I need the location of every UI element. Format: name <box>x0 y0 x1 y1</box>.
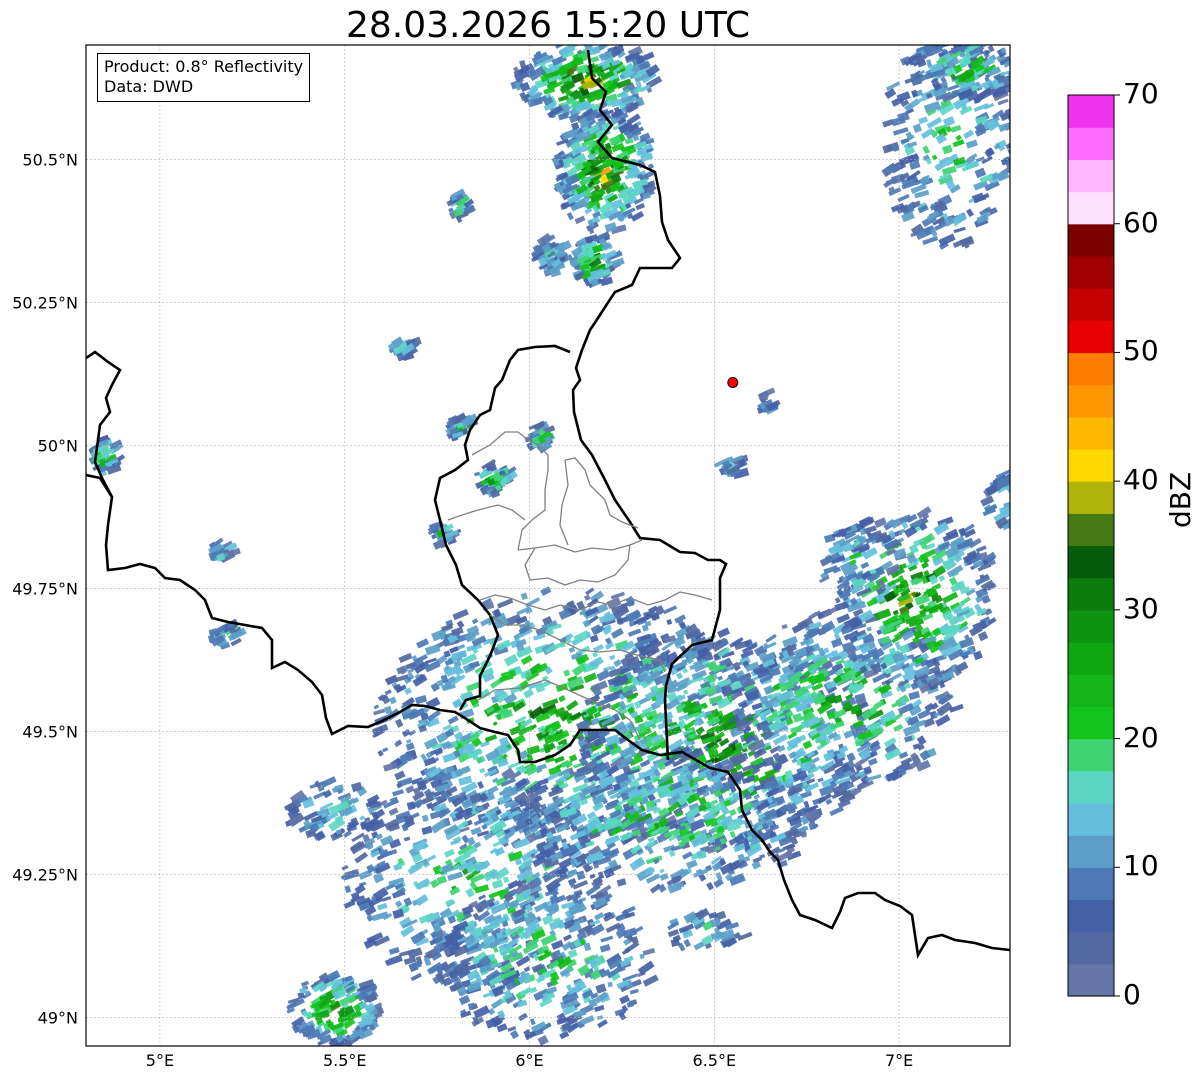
colorbar-segment <box>1068 738 1114 772</box>
colorbar-segment <box>1068 642 1114 675</box>
colorbar-segment <box>1068 674 1114 707</box>
colorbar-tick-label: 60 <box>1123 205 1159 239</box>
colorbar-segment <box>1068 513 1114 547</box>
colorbar-segment <box>1068 899 1114 933</box>
colorbar-segment <box>1068 577 1114 611</box>
colorbar-segment <box>1068 159 1114 193</box>
colorbar-segment <box>1068 255 1114 289</box>
colorbar-tick-label: 0 <box>1123 978 1141 1011</box>
colorbar-segment <box>1068 384 1114 418</box>
colorbar-segment <box>1068 835 1114 868</box>
national-border-be-fr-west <box>86 473 114 498</box>
colorbar-segment <box>1068 223 1114 257</box>
colorbar-tick-label: 20 <box>1123 720 1159 754</box>
lat-tick-label: 50°N <box>38 436 78 455</box>
colorbar-segment <box>1068 770 1114 804</box>
regional-boundary <box>447 504 526 521</box>
colorbar-segment <box>1068 95 1114 128</box>
colorbar-segment <box>1068 963 1114 997</box>
lon-tick-label: 6°E <box>515 1051 543 1070</box>
colorbar-segment <box>1068 320 1114 354</box>
colorbar-unit-label: dBZ <box>1164 471 1197 528</box>
colorbar-segment <box>1068 191 1114 225</box>
lon-tick-label: 6.5°E <box>693 1051 737 1070</box>
colorbar-segment <box>1068 706 1114 740</box>
lon-tick-label: 7°E <box>885 1051 913 1070</box>
lat-tick-label: 49.25°N <box>12 865 78 884</box>
lat-tick-label: 49.75°N <box>12 579 78 598</box>
colorbar-segment <box>1068 352 1114 386</box>
lat-tick-label: 50.5°N <box>22 150 78 169</box>
colorbar-segment <box>1068 802 1114 836</box>
colorbar-segment <box>1068 867 1114 901</box>
lon-tick-label: 5.5°E <box>323 1051 367 1070</box>
radar-echo-layer <box>88 45 1010 1046</box>
product-info-box: Product: 0.8° Reflectivity Data: DWD <box>97 53 311 102</box>
colorbar-segment <box>1068 127 1114 160</box>
regional-boundary <box>517 539 643 553</box>
lon-tick-label: 5°E <box>146 1051 174 1070</box>
lat-tick-label: 49.5°N <box>22 722 78 741</box>
colorbar-segment <box>1068 448 1114 482</box>
colorbar-tick-label: 40 <box>1123 463 1159 497</box>
colorbar-tick-label: 10 <box>1123 849 1159 883</box>
colorbar-segment <box>1068 609 1114 643</box>
lat-tick-label: 49°N <box>38 1008 78 1027</box>
regional-boundary <box>559 459 569 546</box>
colorbar-segment <box>1068 481 1114 514</box>
colorbar <box>1067 94 1120 997</box>
product-label: Product: 0.8° Reflectivity <box>104 57 304 76</box>
colorbar-segment <box>1068 416 1114 450</box>
colorbar-segment <box>1068 931 1114 965</box>
colorbar-segment <box>1068 545 1114 579</box>
colorbar-tick-label: 50 <box>1123 334 1159 368</box>
colorbar-tick-label: 30 <box>1123 591 1159 625</box>
axis-labels: 50.5°N 50.25°N 50°N 49.75°N 49.5°N 49.25°N 49°… <box>12 150 913 1070</box>
colorbar-tick-label: 70 <box>1123 77 1159 110</box>
lat-tick-label: 50.25°N <box>12 293 78 312</box>
colorbar-segment <box>1068 288 1114 321</box>
radar-map: 50.5°N 50.25°N 50°N 49.75°N 49.5°N 49.25°N 49°… <box>12 44 1120 1070</box>
radar-site-marker <box>727 376 739 388</box>
data-source-label: Data: DWD <box>104 77 194 96</box>
